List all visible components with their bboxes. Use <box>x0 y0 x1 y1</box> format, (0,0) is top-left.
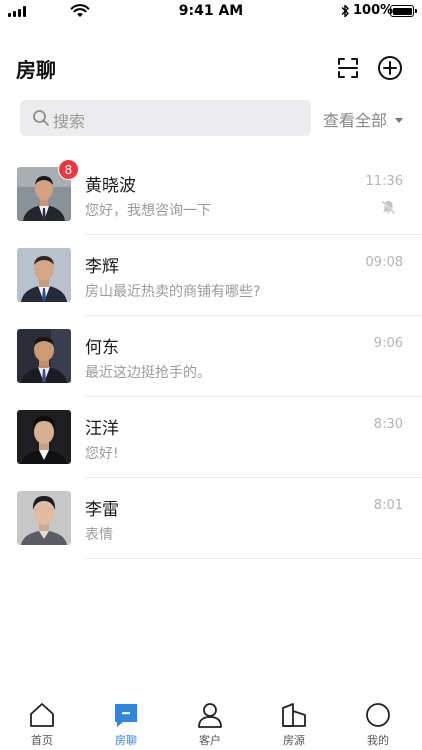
person-icon <box>198 703 222 728</box>
message-preview: 房山最近热卖的商铺有哪些? <box>85 284 261 300</box>
tab-customers[interactable]: 客户 <box>168 697 252 750</box>
chat-list: 8 黄晓波 您好，我想咨询一下 11:36 李辉 房山最近热卖的商铺有哪些? 0… <box>0 154 422 559</box>
search-row: 搜索 查看全部 <box>0 100 422 136</box>
profile-circle-icon <box>366 703 390 727</box>
header: 房聊 <box>0 48 422 88</box>
battery-percentage: 100% <box>353 3 394 18</box>
message-preview: 表情 <box>85 527 113 543</box>
contact-name: 李雷 <box>85 500 119 520</box>
message-preview: 最近这边挺抢手的。 <box>85 365 211 381</box>
contact-name: 李辉 <box>85 257 119 277</box>
bell-muted-icon <box>381 200 396 215</box>
tab-label: 房聊 <box>115 734 137 747</box>
tab-label: 房源 <box>283 734 305 747</box>
tab-profile[interactable]: 我的 <box>336 697 420 750</box>
battery-icon <box>390 5 417 17</box>
avatar <box>17 329 71 383</box>
message-time: 8:01 <box>373 498 403 513</box>
tab-label: 我的 <box>367 734 389 747</box>
view-all-label: 查看全部 <box>323 111 388 130</box>
avatar <box>17 491 71 545</box>
caret-down-icon <box>395 117 404 123</box>
chat-item[interactable]: 李雷 表情 8:01 <box>0 478 422 559</box>
tab-chat[interactable]: 房聊 <box>84 697 168 750</box>
building-icon <box>282 703 306 727</box>
scan-icon[interactable] <box>336 56 360 80</box>
tab-listings[interactable]: 房源 <box>252 697 336 750</box>
home-icon <box>30 703 54 727</box>
divider <box>85 558 422 559</box>
search-icon <box>33 110 49 126</box>
tab-label: 客户 <box>199 734 221 747</box>
chat-item[interactable]: 8 黄晓波 您好，我想咨询一下 11:36 <box>0 154 422 235</box>
chat-item[interactable]: 汪洋 您好! 8:30 <box>0 397 422 478</box>
message-time: 09:08 <box>365 255 403 270</box>
contact-name: 汪洋 <box>85 419 119 439</box>
contact-name: 黄晓波 <box>85 176 136 196</box>
chat-item[interactable]: 李辉 房山最近热卖的商铺有哪些? 09:08 <box>0 235 422 316</box>
tab-home[interactable]: 首页 <box>0 697 84 750</box>
view-all-dropdown[interactable]: 查看全部 <box>323 107 404 131</box>
message-time: 8:30 <box>373 417 403 432</box>
page-title: 房聊 <box>16 58 56 82</box>
message-time: 9:06 <box>373 336 403 351</box>
message-time: 11:36 <box>365 174 403 189</box>
avatar <box>17 410 71 464</box>
chat-item[interactable]: 何东 最近这边挺抢手的。 9:06 <box>0 316 422 397</box>
message-preview: 您好! <box>85 446 119 462</box>
bluetooth-icon <box>341 4 349 18</box>
tab-label: 首页 <box>31 734 53 747</box>
chat-icon <box>115 704 137 727</box>
tab-bar: 首页 房聊 客户 房源 我的 <box>0 697 422 750</box>
unread-badge: 8 <box>58 159 79 180</box>
status-bar: 9:41 AM 100% <box>0 0 422 24</box>
plus-circle-icon[interactable] <box>376 54 404 82</box>
search-input[interactable]: 搜索 <box>20 100 311 136</box>
message-preview: 您好，我想咨询一下 <box>85 203 211 219</box>
search-placeholder: 搜索 <box>53 112 86 131</box>
avatar <box>17 248 71 302</box>
contact-name: 何东 <box>85 338 119 358</box>
